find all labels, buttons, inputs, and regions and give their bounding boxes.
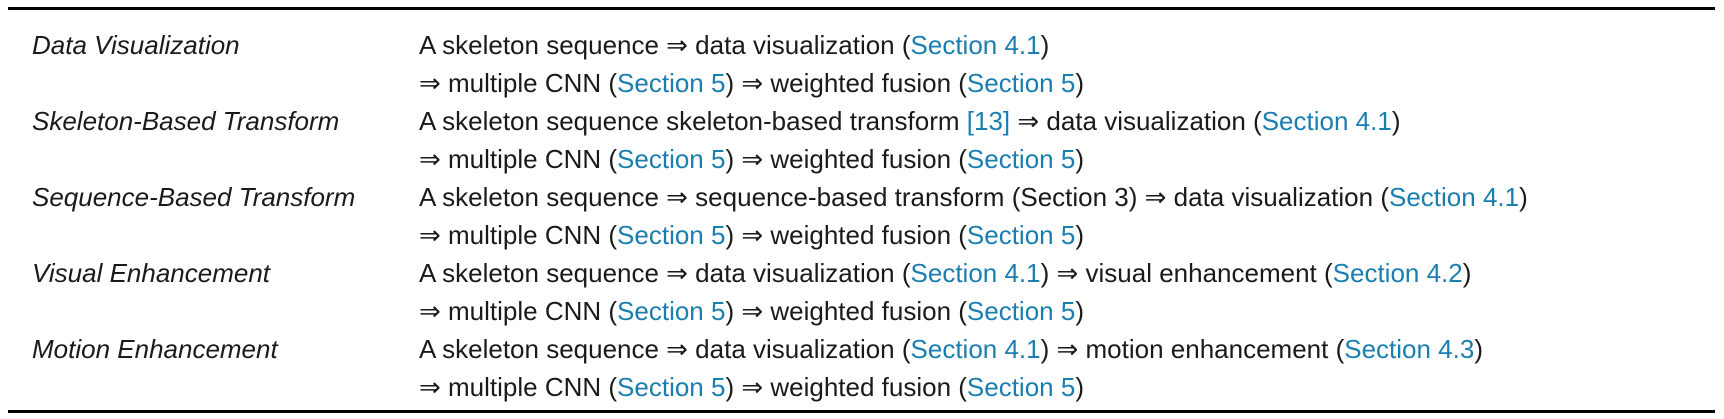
pipeline-text: ⇒ multiple CNN ( bbox=[419, 68, 618, 98]
pipeline-text: A skeleton sequence ⇒ sequence-based tra… bbox=[419, 182, 1389, 212]
section-reference-link[interactable]: Section 4.1 bbox=[1262, 106, 1392, 136]
section-reference-link[interactable]: Section 5 bbox=[967, 220, 1075, 250]
pipeline-text: ) bbox=[1519, 182, 1528, 212]
pipeline-line: ⇒ multiple CNN (Section 5) ⇒ weighted fu… bbox=[419, 140, 1084, 178]
pipeline-text: ) bbox=[1040, 30, 1050, 60]
pipeline-text: ) bbox=[1391, 106, 1401, 136]
pipeline-text: A skeleton sequence ⇒ data visualization… bbox=[419, 30, 911, 60]
section-reference-link[interactable]: Section 4.1 bbox=[911, 258, 1041, 288]
pipeline-line: A skeleton sequence ⇒ sequence-based tra… bbox=[419, 178, 1528, 216]
method-name: Visual Enhancement bbox=[32, 258, 271, 288]
method-name: Motion Enhancement bbox=[32, 334, 278, 364]
section-reference-link[interactable]: Section 4.1 bbox=[1389, 182, 1519, 212]
table-row: Motion Enhancement A skeleton sequence ⇒… bbox=[0, 330, 1724, 406]
pipeline-line: ⇒ multiple CNN (Section 5) ⇒ weighted fu… bbox=[419, 292, 1084, 330]
pipeline-text: ) ⇒ visual enhancement ( bbox=[1040, 258, 1333, 288]
pipeline-text: ) bbox=[1462, 258, 1472, 288]
section-reference-link[interactable]: [13] bbox=[967, 106, 1010, 136]
pipeline-text: A skeleton sequence skeleton-based trans… bbox=[419, 106, 967, 136]
section-reference-link[interactable]: Section 4.1 bbox=[911, 334, 1041, 364]
section-reference-link[interactable]: Section 5 bbox=[967, 372, 1075, 402]
section-reference-link[interactable]: Section 5 bbox=[617, 296, 725, 326]
pipeline-text: ⇒ multiple CNN ( bbox=[419, 220, 618, 250]
table-row: Data Visualization A skeleton sequence ⇒… bbox=[0, 26, 1724, 102]
pipeline-text: ) bbox=[1474, 334, 1483, 364]
section-reference-link[interactable]: Section 5 bbox=[617, 220, 725, 250]
pipeline-text: ⇒ multiple CNN ( bbox=[419, 296, 618, 326]
pipeline-text: ) bbox=[1075, 220, 1084, 250]
section-reference-link[interactable]: Section 5 bbox=[967, 68, 1075, 98]
pipeline-text: ) ⇒ weighted fusion ( bbox=[725, 68, 967, 98]
section-reference-link[interactable]: Section 4.2 bbox=[1333, 258, 1463, 288]
method-name: Skeleton-Based Transform bbox=[32, 106, 340, 136]
pipeline-line: ⇒ multiple CNN (Section 5) ⇒ weighted fu… bbox=[419, 368, 1084, 406]
pipeline-text: ⇒ data visualization ( bbox=[1010, 106, 1262, 136]
method-name: Sequence-Based Transform bbox=[32, 182, 356, 212]
section-reference-link[interactable]: Section 5 bbox=[617, 372, 725, 402]
section-reference-link[interactable]: Section 5 bbox=[967, 144, 1075, 174]
section-reference-link[interactable]: Section 4.1 bbox=[911, 30, 1041, 60]
pipeline-line: A skeleton sequence skeleton-based trans… bbox=[419, 102, 1400, 140]
pipeline-text: ) bbox=[1075, 68, 1084, 98]
pipeline-text: ) ⇒ weighted fusion ( bbox=[725, 296, 967, 326]
pipeline-text: ⇒ multiple CNN ( bbox=[419, 144, 618, 174]
pipeline-line: A skeleton sequence ⇒ data visualization… bbox=[419, 26, 1049, 64]
pipeline-line: A skeleton sequence ⇒ data visualization… bbox=[419, 254, 1471, 292]
table-row: Sequence-Based Transform A skeleton sequ… bbox=[0, 178, 1724, 254]
table-row: Visual Enhancement A skeleton sequence ⇒… bbox=[0, 254, 1724, 330]
pipeline-text: ) ⇒ motion enhancement ( bbox=[1040, 334, 1345, 364]
pipeline-line: ⇒ multiple CNN (Section 5) ⇒ weighted fu… bbox=[419, 216, 1084, 254]
section-reference-link[interactable]: Section 5 bbox=[617, 68, 725, 98]
pipeline-text: ) bbox=[1075, 372, 1084, 402]
method-name: Data Visualization bbox=[32, 30, 240, 60]
pipeline-text: ) ⇒ weighted fusion ( bbox=[725, 372, 967, 402]
section-reference-link[interactable]: Section 4.3 bbox=[1344, 334, 1474, 364]
section-reference-link[interactable]: Section 5 bbox=[617, 144, 725, 174]
pipeline-text: A skeleton sequence ⇒ data visualization… bbox=[419, 258, 911, 288]
pipeline-line: A skeleton sequence ⇒ data visualization… bbox=[419, 330, 1483, 368]
section-reference-link[interactable]: Section 5 bbox=[967, 296, 1075, 326]
pipeline-text: ) bbox=[1075, 144, 1084, 174]
table-row: Skeleton-Based Transform A skeleton sequ… bbox=[0, 102, 1724, 178]
pipeline-line: ⇒ multiple CNN (Section 5) ⇒ weighted fu… bbox=[419, 64, 1084, 102]
table-top-rule bbox=[8, 7, 1715, 10]
table-bottom-rule bbox=[8, 410, 1715, 413]
pipeline-text: A skeleton sequence ⇒ data visualization… bbox=[419, 334, 911, 364]
pipeline-text: ) bbox=[1075, 296, 1084, 326]
pipeline-text: ) ⇒ weighted fusion ( bbox=[725, 220, 967, 250]
pipeline-text: ⇒ multiple CNN ( bbox=[419, 372, 618, 402]
pipeline-text: ) ⇒ weighted fusion ( bbox=[725, 144, 967, 174]
